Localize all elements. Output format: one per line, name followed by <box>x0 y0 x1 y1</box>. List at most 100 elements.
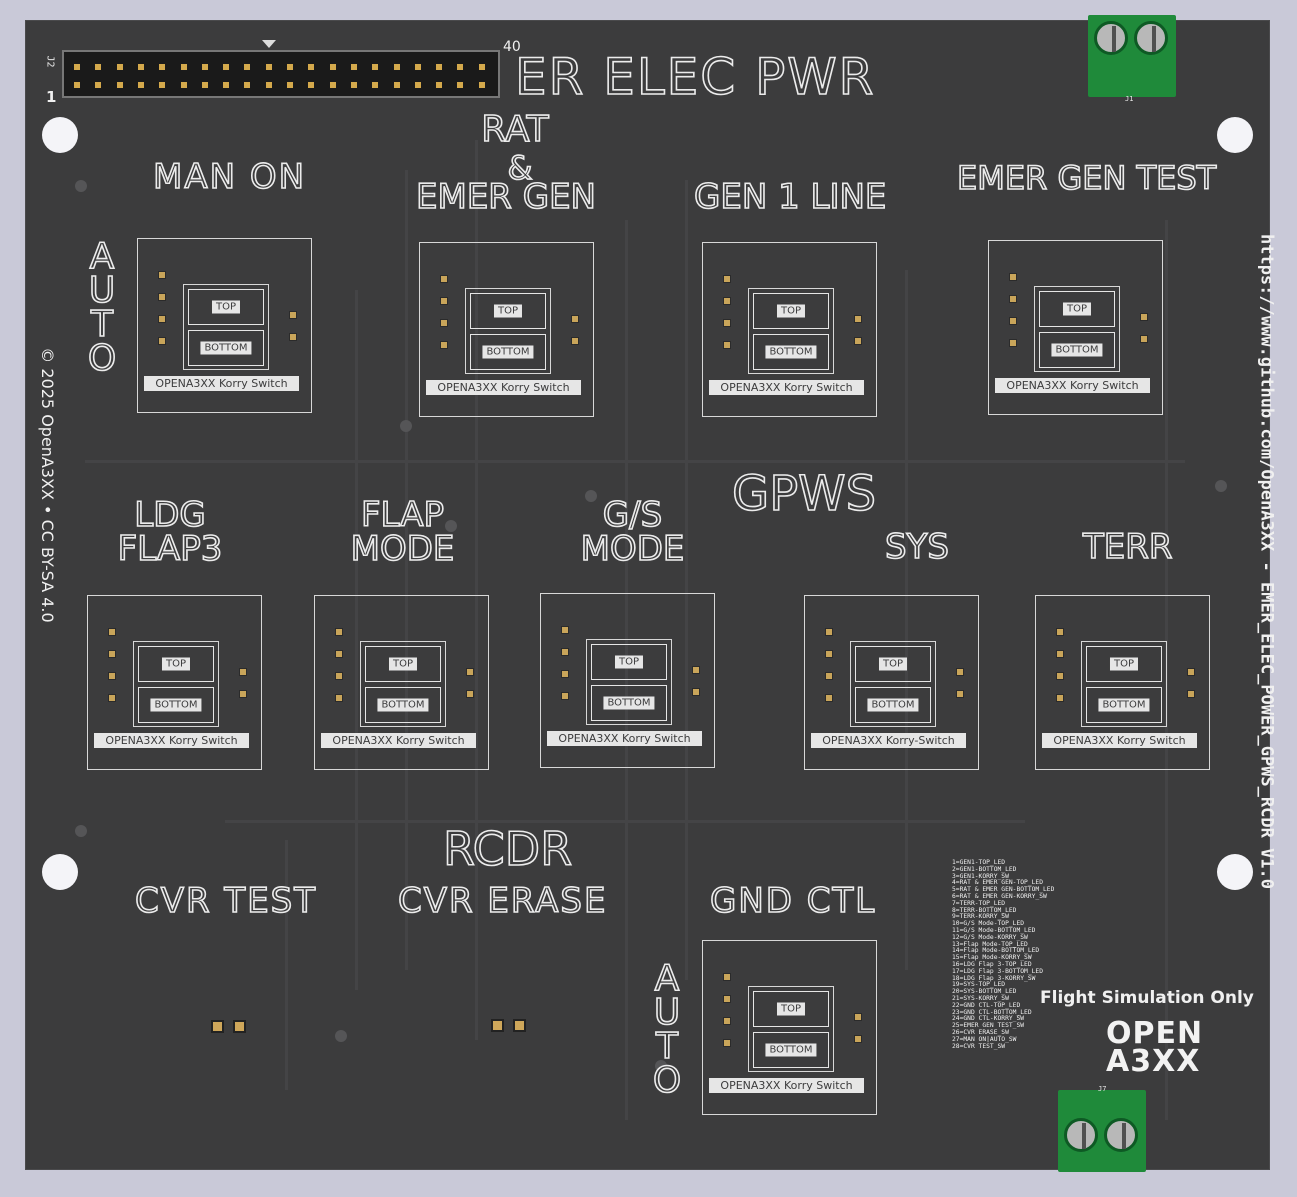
switch-top-segment[interactable]: TOP <box>1086 646 1162 682</box>
switch-bottom-segment[interactable]: BOTTOM <box>365 687 441 723</box>
via <box>400 420 412 432</box>
switch-pad <box>723 319 731 327</box>
switch-top-segment[interactable]: TOP <box>753 293 829 329</box>
switch-top-segment[interactable]: TOP <box>188 289 264 325</box>
switch-bottom-segment[interactable]: BOTTOM <box>1039 332 1115 368</box>
switch-top-segment[interactable]: TOP <box>365 646 441 682</box>
switch-pad <box>466 668 474 676</box>
switch-top-segment[interactable]: TOP <box>591 644 667 680</box>
korry-switch[interactable]: TOP BOTTOM OPENA3XX Korry Switch <box>1035 595 1210 770</box>
screw-icon <box>1094 21 1128 55</box>
switch-pad <box>108 650 116 658</box>
heading-gen1-line: GEN 1 LINE <box>693 177 887 217</box>
header-pin <box>308 64 315 70</box>
header-pin <box>436 64 443 70</box>
header-pin <box>350 82 357 88</box>
logo-line-2: A3XX <box>1106 1044 1201 1079</box>
header-pin <box>116 64 123 70</box>
switch-pad <box>335 694 343 702</box>
header-pin <box>372 82 379 88</box>
switch-pad <box>440 319 448 327</box>
mounting-hole <box>1217 854 1253 890</box>
screw-icon <box>1104 1118 1138 1152</box>
header-pin <box>159 82 166 88</box>
switch-pad <box>440 275 448 283</box>
switch-bottom-segment[interactable]: BOTTOM <box>188 330 264 366</box>
switch-footprint-label: OPENA3XX Korry Switch <box>995 378 1150 393</box>
switch-body[interactable]: TOP BOTTOM <box>133 641 219 727</box>
korry-switch[interactable]: TOP BOTTOM OPENA3XX Korry Switch <box>419 242 594 417</box>
switch-bottom-segment[interactable]: BOTTOM <box>470 334 546 370</box>
switch-body[interactable]: TOP BOTTOM <box>360 641 446 727</box>
switch-body[interactable]: TOP BOTTOM <box>748 288 834 374</box>
korry-switch[interactable]: TOP BOTTOM OPENA3XX Korry Switch <box>988 240 1163 415</box>
switch-footprint-label: OPENA3XX Korry Switch <box>709 380 864 395</box>
heading-mode-gs: MODE <box>580 529 685 569</box>
pin1-arrow-icon <box>262 40 276 48</box>
switch-pad <box>571 315 579 323</box>
auto-letter: T <box>655 1026 679 1067</box>
switch-bottom-segment[interactable]: BOTTOM <box>591 685 667 721</box>
auto-letter: T <box>90 304 114 345</box>
switch-top-segment[interactable]: TOP <box>1039 291 1115 327</box>
header-pin <box>223 82 230 88</box>
header-pin <box>457 64 464 70</box>
via <box>1215 480 1227 492</box>
cvr-test-pad <box>211 1020 224 1033</box>
korry-switch[interactable]: TOP BOTTOM OPENA3XX Korry Switch <box>314 595 489 770</box>
header-pin <box>201 82 208 88</box>
switch-body[interactable]: TOP BOTTOM <box>748 986 834 1072</box>
switch-pad <box>335 650 343 658</box>
switch-bottom-label: BOTTOM <box>1051 343 1103 357</box>
korry-switch[interactable]: TOP BOTTOM OPENA3XX Korry Switch <box>137 238 312 413</box>
switch-pad <box>1187 668 1195 676</box>
heading-mode-flap: MODE <box>350 529 455 569</box>
switch-body[interactable]: TOP BOTTOM <box>850 641 936 727</box>
switch-bottom-segment[interactable]: BOTTOM <box>1086 687 1162 723</box>
heading-cvr-test: CVR TEST <box>134 881 318 921</box>
auto-letter: A <box>89 236 115 277</box>
switch-body[interactable]: TOP BOTTOM <box>183 284 269 370</box>
switch-body[interactable]: TOP BOTTOM <box>1034 286 1120 372</box>
switch-top-segment[interactable]: TOP <box>855 646 931 682</box>
korry-switch[interactable]: TOP BOTTOM OPENA3XX Korry Switch <box>540 593 715 768</box>
switch-pad <box>561 648 569 656</box>
switch-body[interactable]: TOP BOTTOM <box>465 288 551 374</box>
switch-pad <box>854 337 862 345</box>
switch-bottom-segment[interactable]: BOTTOM <box>855 687 931 723</box>
switch-pad <box>723 973 731 981</box>
switch-pad <box>158 293 166 301</box>
switch-body[interactable]: TOP BOTTOM <box>586 639 672 725</box>
korry-switch[interactable]: TOP BOTTOM OPENA3XX Korry Switch <box>702 940 877 1115</box>
switch-pad <box>723 297 731 305</box>
korry-switch[interactable]: TOP BOTTOM OPENA3XX Korry Switch <box>702 242 877 417</box>
openA3XX-logo: OPEN A3XX <box>1106 1019 1203 1079</box>
korry-switch[interactable]: TOP BOTTOM OPENA3XX Korry Switch <box>87 595 262 770</box>
switch-body[interactable]: TOP BOTTOM <box>1081 641 1167 727</box>
switch-pad <box>158 337 166 345</box>
heading-flap: FLAP <box>360 495 445 535</box>
switch-pad <box>108 672 116 680</box>
switch-top-segment[interactable]: TOP <box>138 646 214 682</box>
header-pin <box>137 82 144 88</box>
switch-bottom-label: BOTTOM <box>150 698 202 712</box>
switch-bottom-segment[interactable]: BOTTOM <box>753 1032 829 1068</box>
header-pin <box>265 64 272 70</box>
switch-bottom-segment[interactable]: BOTTOM <box>753 334 829 370</box>
switch-top-segment[interactable]: TOP <box>470 293 546 329</box>
switch-pad <box>239 668 247 676</box>
switch-pad <box>692 688 700 696</box>
korry-switch[interactable]: TOP BOTTOM OPENA3XX Korry-Switch <box>804 595 979 770</box>
switch-pad <box>289 333 297 341</box>
switch-pad <box>1056 694 1064 702</box>
switch-bottom-label: BOTTOM <box>377 698 429 712</box>
auto-letter: A <box>654 958 680 999</box>
switch-top-segment[interactable]: TOP <box>753 991 829 1027</box>
switch-bottom-segment[interactable]: BOTTOM <box>138 687 214 723</box>
switch-pad <box>571 337 579 345</box>
header-pin <box>393 82 400 88</box>
switch-bottom-label: BOTTOM <box>603 696 655 710</box>
switch-bottom-label: BOTTOM <box>200 341 252 355</box>
header-pin <box>478 82 485 88</box>
switch-bottom-label: BOTTOM <box>482 345 534 359</box>
